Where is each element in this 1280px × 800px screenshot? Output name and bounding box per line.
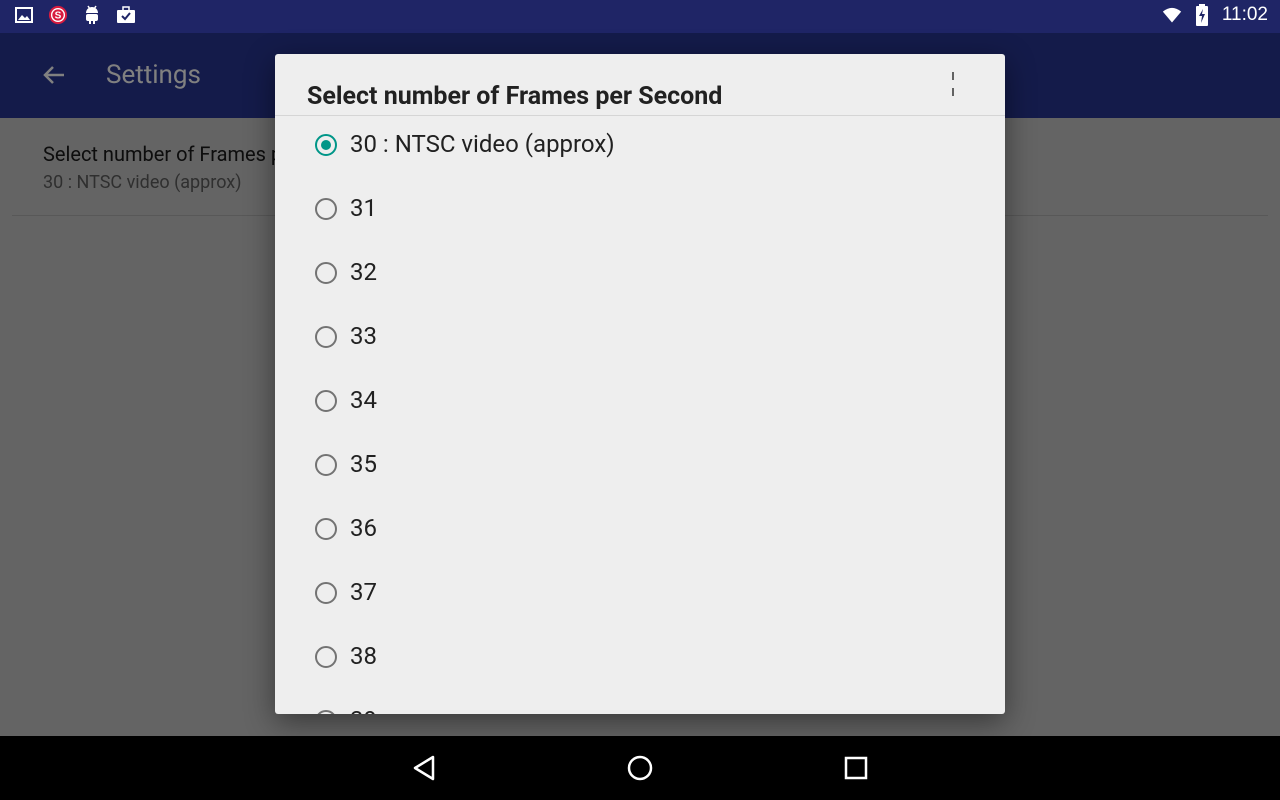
radio-option-label: 34 <box>350 386 377 414</box>
radio-option-label: 32 <box>350 258 377 286</box>
back-icon[interactable] <box>411 754 439 782</box>
radio-option[interactable]: 39 <box>275 692 1005 714</box>
radio-option-label: 30 : NTSC video (approx) <box>350 130 615 158</box>
radio-button[interactable] <box>315 454 337 476</box>
radio-button[interactable] <box>315 262 337 284</box>
radio-button[interactable] <box>315 710 337 714</box>
radio-option[interactable]: 38 <box>275 628 1005 692</box>
radio-option-label: 38 <box>350 642 377 670</box>
radio-option-label: 35 <box>350 450 377 478</box>
home-icon[interactable] <box>626 754 654 782</box>
wifi-icon <box>1162 5 1182 25</box>
radio-option[interactable]: 35 <box>275 436 1005 500</box>
briefcase-check-icon <box>116 5 136 25</box>
status-clock: 11:02 <box>1221 4 1268 25</box>
option-list: 30 : NTSC video (approx) 31 32 33 34 35 36 37 38… <box>275 116 1005 714</box>
s-badge-icon: S <box>48 5 68 25</box>
radio-option-label: 39 <box>350 706 377 714</box>
image-icon <box>14 5 34 25</box>
dialog-title: Select number of Frames per Second <box>307 82 723 111</box>
radio-button[interactable] <box>315 198 337 220</box>
radio-button[interactable] <box>315 326 337 348</box>
navigation-bar <box>0 736 1280 800</box>
fps-dialog: Select number of Frames per Second 30 : … <box>275 54 1005 714</box>
radio-button[interactable] <box>315 582 337 604</box>
radio-button[interactable] <box>315 390 337 412</box>
radio-button[interactable] <box>315 518 337 540</box>
android-icon <box>82 5 102 25</box>
radio-button[interactable] <box>315 646 337 668</box>
radio-option[interactable]: 37 <box>275 564 1005 628</box>
radio-option-label: 33 <box>350 322 377 350</box>
battery-charging-icon <box>1192 4 1212 26</box>
radio-option[interactable]: 31 <box>275 180 1005 244</box>
radio-button-checked[interactable] <box>315 134 337 156</box>
page-title: Settings <box>106 60 201 90</box>
preference-summary: 30 : NTSC video (approx) <box>43 172 242 193</box>
radio-option-label: 31 <box>350 194 377 222</box>
radio-option[interactable]: 32 <box>275 244 1005 308</box>
radio-option-label: 36 <box>350 514 377 542</box>
recents-icon[interactable] <box>842 754 870 782</box>
radio-option[interactable]: 34 <box>275 372 1005 436</box>
radio-option[interactable]: 30 : NTSC video (approx) <box>275 116 1005 180</box>
svg-text:S: S <box>55 11 62 22</box>
more-vert-icon[interactable] <box>951 72 955 98</box>
arrow-back-icon[interactable] <box>40 61 68 89</box>
radio-option-label: 37 <box>350 578 377 606</box>
radio-option[interactable]: 36 <box>275 500 1005 564</box>
status-bar: S 11:02 <box>0 0 1280 33</box>
radio-option[interactable]: 33 <box>275 308 1005 372</box>
